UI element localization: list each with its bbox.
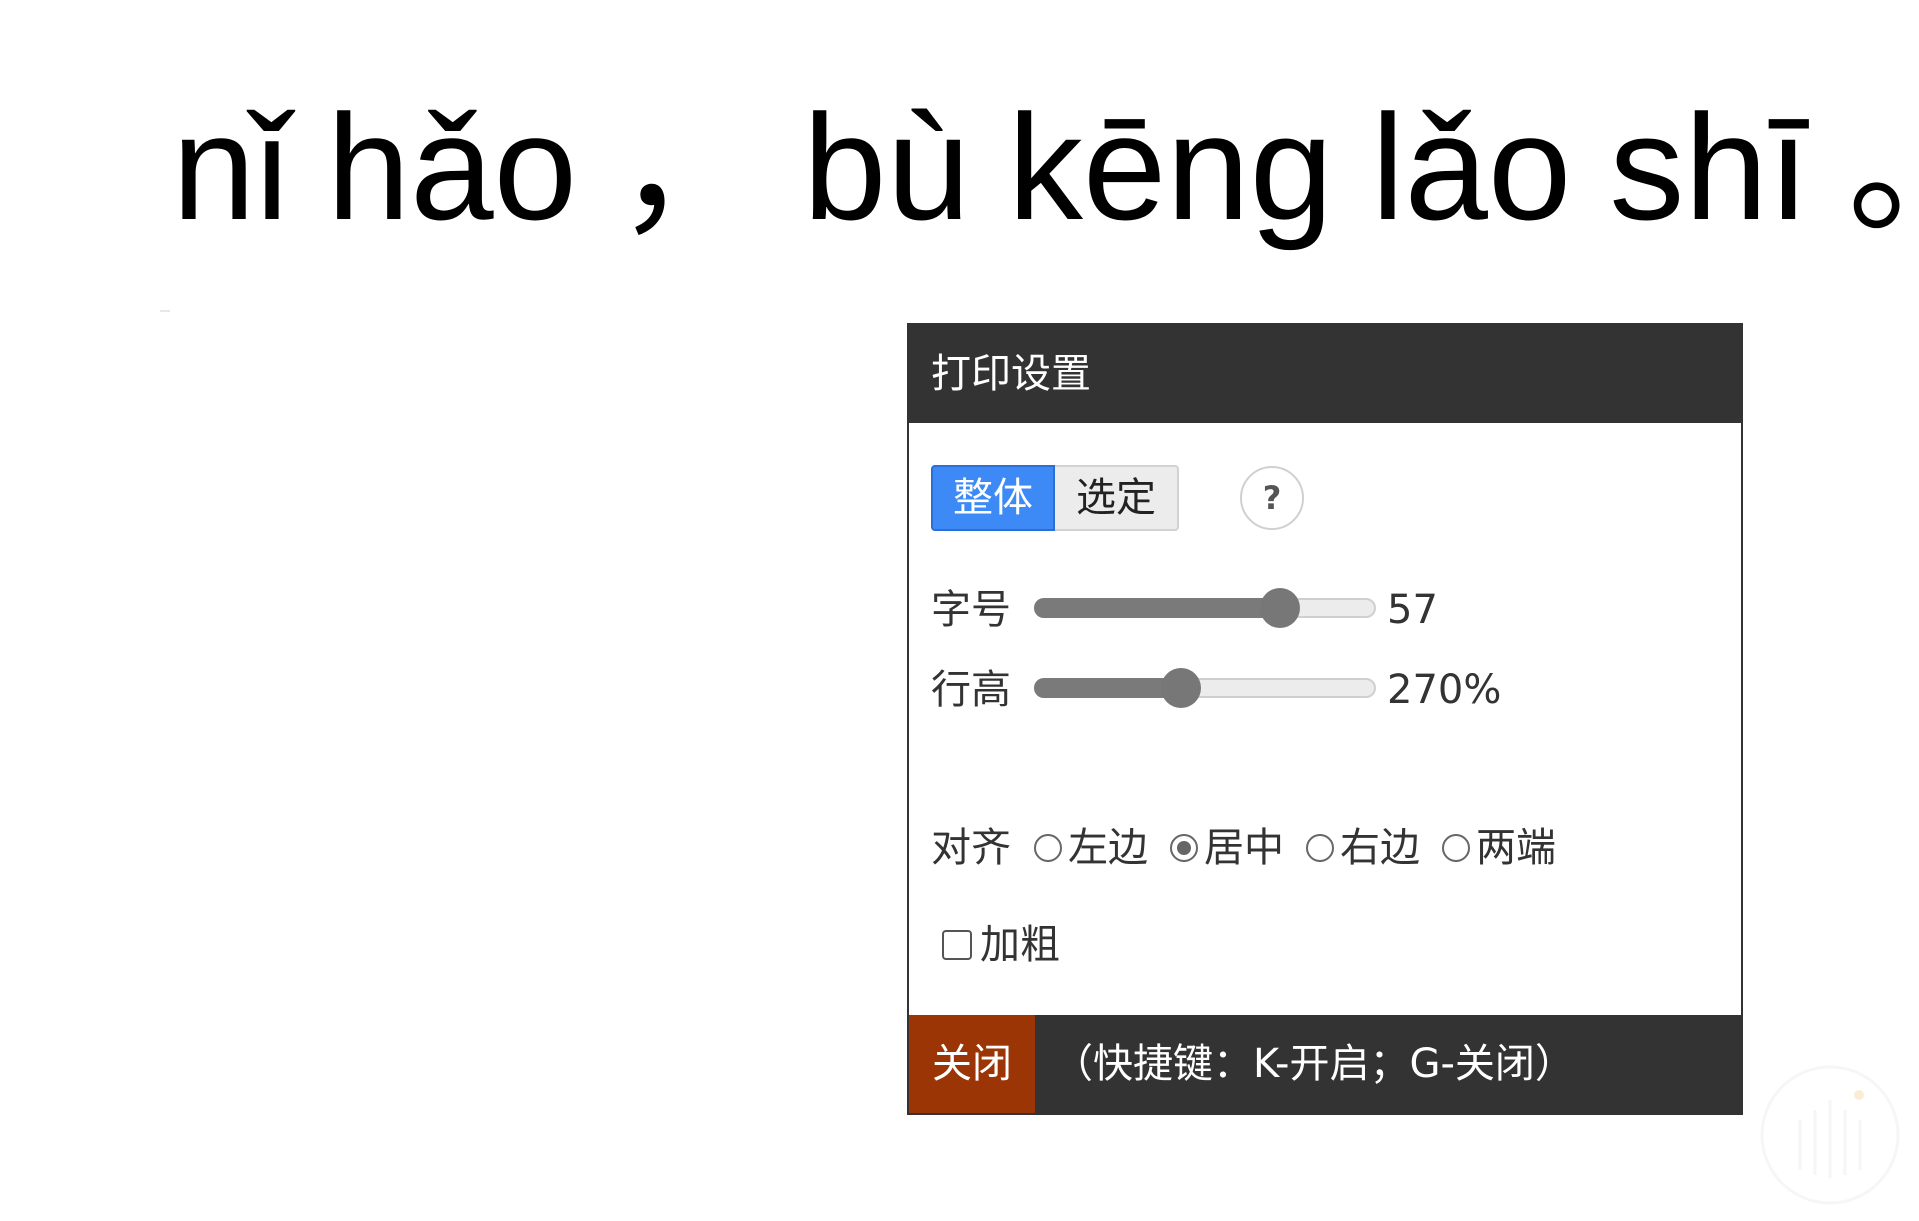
pinyin-syllable: hǎo [326,83,578,251]
shortcut-hint: （快捷键：K-开启；G-关闭） [1053,1041,1575,1087]
line-height-slider[interactable] [1034,668,1376,708]
align-left-option[interactable]: 左边 [1034,823,1148,873]
font-size-label: 字号 [931,587,1011,633]
radio-button[interactable] [1442,834,1470,862]
pinyin-heading: nǐ hǎo ， bù kēng lǎo shī 。 [172,82,1919,252]
slider-thumb[interactable] [1260,588,1301,628]
pinyin-syllable: shī [1609,83,1810,251]
font-size-value: 57 [1387,587,1438,633]
page: nǐ hǎo ， bù kēng lǎo shī 。 打印设置 整体 选定 ? … [0,0,1919,1221]
align-justify-option[interactable]: 两端 [1442,823,1556,873]
watermark-logo-icon [1760,1065,1900,1205]
pinyin-syllable: lǎo [1371,83,1572,251]
tab-selection[interactable]: 选定 [1055,465,1179,531]
radio-label: 左边 [1068,825,1148,871]
line-height-label: 行高 [931,667,1011,713]
bold-checkbox[interactable] [942,930,972,960]
bold-option[interactable]: 加粗 [942,920,1060,970]
pinyin-syllable: bù [803,83,970,251]
slider-fill [1034,598,1281,618]
pinyin-comma: ， [615,83,766,251]
radio-label: 两端 [1476,825,1556,871]
divider-mark [160,310,170,312]
alignment-label: 对齐 [931,825,1011,871]
radio-button[interactable] [1170,834,1198,862]
font-size-slider[interactable] [1034,588,1376,628]
align-center-option[interactable]: 居中 [1170,823,1284,873]
radio-button[interactable] [1306,834,1334,862]
panel-title: 打印设置 [909,325,1741,423]
pinyin-period: 。 [1847,82,1919,252]
pinyin-syllable: nǐ [172,83,289,251]
print-settings-panel: 打印设置 整体 选定 ? 字号 57 行高 270% 对齐 左边 居中 右边 两… [907,323,1743,1115]
bold-label: 加粗 [980,922,1060,968]
close-button[interactable]: 关闭 [909,1015,1035,1113]
align-right-option[interactable]: 右边 [1306,823,1420,873]
panel-footer: 关闭 （快捷键：K-开启；G-关闭） [909,1015,1741,1113]
slider-fill [1034,678,1182,698]
panel-body: 整体 选定 ? 字号 57 行高 270% 对齐 左边 居中 右边 两端 加粗 [909,423,1741,1017]
radio-label: 居中 [1204,825,1284,871]
radio-button[interactable] [1034,834,1062,862]
help-button[interactable]: ? [1240,466,1304,530]
slider-thumb[interactable] [1161,668,1202,708]
radio-label: 右边 [1340,825,1420,871]
scope-tab-group: 整体 选定 [931,465,1179,531]
pinyin-syllable: kēng [1007,83,1334,251]
question-mark-icon: ? [1262,479,1282,517]
tab-whole[interactable]: 整体 [931,465,1055,531]
line-height-value: 270% [1387,667,1502,713]
alignment-radio-group: 左边 居中 右边 两端 [1034,823,1578,873]
